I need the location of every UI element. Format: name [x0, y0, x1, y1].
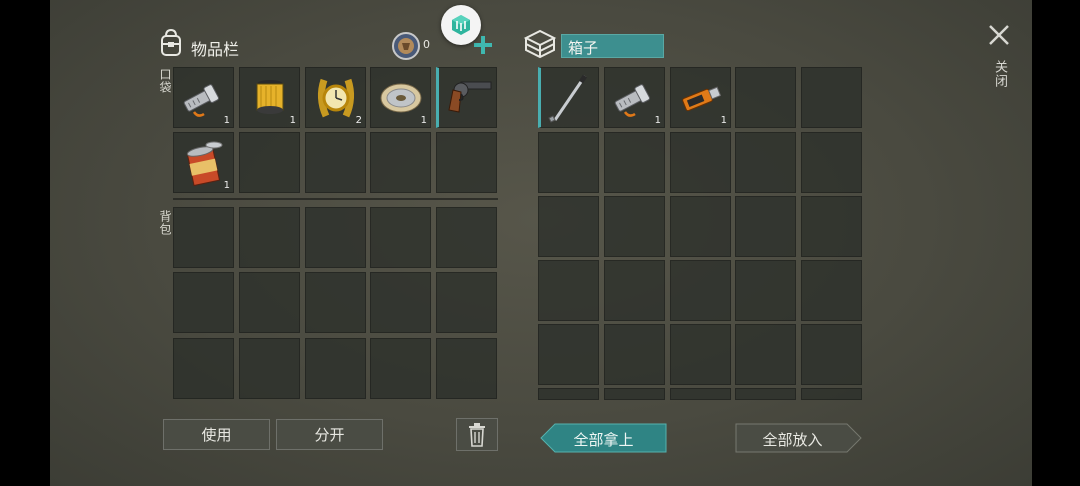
split-button-label: 分开 — [314, 426, 345, 444]
backpack-slot[interactable] — [173, 207, 234, 268]
box-slot[interactable]: 1 — [670, 67, 731, 128]
pocket-slot[interactable]: 1 — [173, 67, 234, 128]
pocket-slot[interactable]: 1 — [173, 132, 234, 193]
box-slot[interactable] — [538, 388, 599, 400]
floating-app-button[interactable] — [441, 5, 481, 45]
game-screen: 物品栏 0 口袋 背包 1 1 2 1 1 箱子 1 1 关闭 使用 分开 全部拿上 全部… — [50, 0, 1032, 486]
split-button[interactable]: 分开 — [276, 419, 383, 450]
backpack-slot[interactable] — [370, 338, 431, 399]
box-slot[interactable] — [801, 132, 862, 193]
box-slot[interactable] — [735, 388, 796, 400]
backpack-slot[interactable] — [239, 272, 300, 333]
inventory-title: 物品栏 — [191, 40, 240, 59]
item-count: 1 — [223, 180, 230, 191]
box-slot[interactable] — [801, 67, 862, 128]
backpack-label: 背包 — [158, 210, 172, 236]
backpack-icon — [161, 28, 181, 56]
box-slot[interactable] — [604, 132, 665, 193]
backpack-slot[interactable] — [305, 272, 366, 333]
item-count: 1 — [223, 115, 230, 126]
box-slot[interactable] — [538, 132, 599, 193]
pocket-slot[interactable] — [239, 132, 300, 193]
backpack-slot[interactable] — [239, 338, 300, 399]
app-cube-icon — [452, 15, 470, 35]
put-all-button[interactable]: 全部放入 — [735, 423, 862, 453]
put-all-button-label: 全部放入 — [762, 431, 823, 449]
pocket-slot[interactable] — [370, 132, 431, 193]
pocket-slot[interactable] — [436, 132, 497, 193]
use-button[interactable]: 使用 — [163, 419, 270, 450]
box-slot[interactable] — [538, 67, 599, 128]
box-slot[interactable] — [670, 324, 731, 385]
box-slot[interactable] — [538, 260, 599, 321]
item-count: 2 — [355, 115, 362, 126]
backpack-slot[interactable] — [305, 338, 366, 399]
take-all-button-label: 全部拿上 — [573, 431, 634, 449]
backpack-slot[interactable] — [370, 207, 431, 268]
coin-count: 0 — [423, 38, 430, 51]
backpack-slot[interactable] — [436, 207, 497, 268]
box-slot[interactable] — [670, 260, 731, 321]
box-slot[interactable] — [604, 260, 665, 321]
box-slot[interactable] — [538, 324, 599, 385]
close-button[interactable]: 关闭 — [986, 22, 1014, 102]
section-divider — [173, 198, 498, 200]
box-slot[interactable] — [801, 196, 862, 257]
item-count: 1 — [720, 115, 727, 126]
backpack-slot[interactable] — [436, 338, 497, 399]
use-button-label: 使用 — [201, 426, 232, 444]
box-slot[interactable] — [801, 388, 862, 400]
box-slot[interactable] — [735, 132, 796, 193]
backpack-slot[interactable] — [173, 338, 234, 399]
close-label: 关闭 — [992, 60, 1007, 88]
close-icon — [989, 25, 1009, 45]
pocket-slot[interactable] — [436, 67, 497, 128]
box-slot[interactable] — [670, 196, 731, 257]
pocket-slot[interactable]: 2 — [305, 67, 366, 128]
box-slot[interactable] — [735, 67, 796, 128]
trash-icon — [469, 422, 485, 447]
item-count: 1 — [420, 115, 427, 126]
backpack-slot[interactable] — [370, 272, 431, 333]
box-title-field[interactable]: 箱子 — [561, 34, 664, 58]
box-slot[interactable] — [604, 324, 665, 385]
box-slot[interactable] — [801, 260, 862, 321]
box-slot[interactable] — [735, 196, 796, 257]
item-count: 1 — [654, 115, 661, 126]
backpack-slot[interactable] — [173, 272, 234, 333]
box-title: 箱子 — [568, 39, 599, 57]
pocket-label: 口袋 — [158, 68, 172, 94]
box-slot[interactable] — [604, 388, 665, 400]
box-slot[interactable] — [735, 324, 796, 385]
pocket-slot[interactable]: 1 — [370, 67, 431, 128]
box-slot[interactable] — [670, 388, 731, 400]
trash-button[interactable] — [456, 418, 498, 451]
backpack-slot[interactable] — [239, 207, 300, 268]
box-slot[interactable] — [801, 324, 862, 385]
box-slot[interactable] — [538, 196, 599, 257]
coin-icon — [392, 32, 420, 60]
backpack-slot[interactable] — [436, 272, 497, 333]
item-count: 1 — [289, 115, 296, 126]
box-icon — [523, 29, 557, 59]
pocket-slot[interactable]: 1 — [239, 67, 300, 128]
take-all-button[interactable]: 全部拿上 — [540, 423, 667, 453]
backpack-slot[interactable] — [305, 207, 366, 268]
box-slot[interactable] — [604, 196, 665, 257]
box-slot[interactable]: 1 — [604, 67, 665, 128]
box-slot[interactable] — [735, 260, 796, 321]
box-slot[interactable] — [670, 132, 731, 193]
pocket-slot[interactable] — [305, 132, 366, 193]
